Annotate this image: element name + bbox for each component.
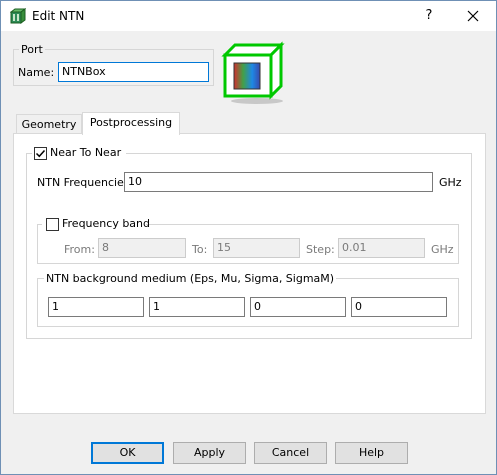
sigmam-input[interactable]: 0 bbox=[351, 297, 447, 317]
ok-button[interactable]: OK bbox=[91, 442, 164, 464]
from-label: From: bbox=[64, 243, 95, 256]
mu-input[interactable]: 1 bbox=[149, 297, 245, 317]
title-bar[interactable]: Edit NTN ? bbox=[1, 1, 496, 31]
to-label: To: bbox=[192, 243, 208, 256]
help-icon[interactable]: ? bbox=[417, 4, 441, 28]
name-input[interactable]: NTNBox bbox=[58, 62, 209, 82]
ntn-app-icon bbox=[9, 8, 27, 24]
frequency-band-unit: GHz bbox=[431, 243, 454, 256]
near-to-near-label: Near To Near bbox=[50, 146, 122, 159]
window-title: Edit NTN bbox=[32, 9, 85, 23]
near-to-near-header: Near To Near bbox=[32, 146, 126, 161]
cancel-button[interactable]: Cancel bbox=[254, 442, 327, 464]
sigma-input[interactable]: 0 bbox=[250, 297, 346, 317]
background-medium-label: NTN background medium (Eps, Mu, Sigma, S… bbox=[44, 272, 337, 285]
frequency-band-header: Frequency band bbox=[42, 217, 150, 232]
ntn-box-preview-icon bbox=[221, 41, 287, 107]
near-to-near-checkbox[interactable] bbox=[34, 147, 47, 160]
close-icon[interactable] bbox=[461, 4, 485, 28]
ntn-frequencies-unit: GHz bbox=[439, 176, 462, 189]
apply-button[interactable]: Apply bbox=[173, 442, 246, 464]
to-input[interactable]: 15 bbox=[213, 238, 300, 258]
ntn-frequencies-label: NTN Frequencies bbox=[37, 176, 130, 189]
help-button[interactable]: Help bbox=[335, 442, 408, 464]
port-group-title: Port bbox=[19, 43, 45, 56]
name-label: Name: bbox=[18, 66, 55, 79]
eps-input[interactable]: 1 bbox=[48, 297, 144, 317]
from-input[interactable]: 8 bbox=[98, 238, 186, 258]
step-input[interactable]: 0.01 bbox=[338, 238, 425, 258]
ntn-frequencies-input[interactable]: 10 bbox=[124, 172, 433, 192]
frequency-band-checkbox[interactable] bbox=[46, 218, 59, 231]
tab-postprocessing[interactable]: Postprocessing bbox=[82, 112, 180, 135]
edit-ntn-dialog: Edit NTN ? Port Name: NTNBox Geometry Po… bbox=[0, 0, 497, 475]
tab-geometry[interactable]: Geometry bbox=[16, 114, 82, 135]
step-label: Step: bbox=[306, 243, 335, 256]
frequency-band-label: Frequency band bbox=[62, 217, 150, 230]
